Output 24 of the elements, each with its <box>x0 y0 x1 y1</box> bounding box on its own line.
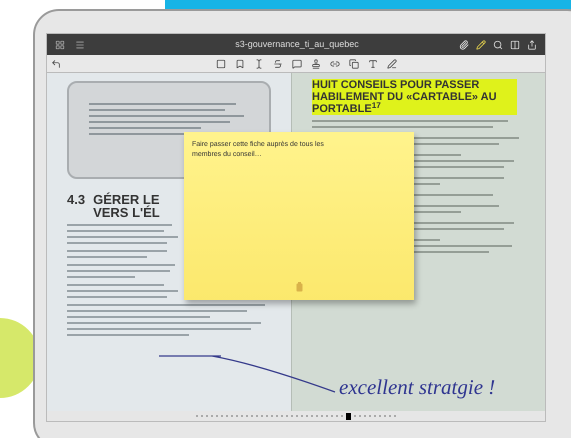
text-cursor-icon[interactable] <box>254 58 264 68</box>
search-icon[interactable] <box>493 40 503 50</box>
columns-icon[interactable] <box>510 40 520 50</box>
section-heading: VERS L'ÉL <box>93 206 160 219</box>
pencil-icon[interactable] <box>476 40 486 50</box>
undo-icon[interactable] <box>51 58 61 68</box>
section-heading: GÉRER LE <box>93 193 160 206</box>
copy-icon[interactable] <box>349 58 359 68</box>
share-icon[interactable] <box>527 40 537 50</box>
section-number: 4.3 <box>67 193 86 209</box>
link-icon[interactable] <box>330 58 340 68</box>
bookmark-icon[interactable] <box>235 58 245 68</box>
stamp-icon[interactable] <box>311 58 321 68</box>
pen-icon[interactable] <box>387 58 397 68</box>
strikethrough-icon[interactable] <box>273 58 283 68</box>
paperclip-icon[interactable] <box>459 40 469 50</box>
square-icon[interactable] <box>216 58 226 68</box>
menu-icon[interactable] <box>75 40 85 50</box>
grid-icon[interactable] <box>55 40 65 50</box>
document-title: s3-gouvernance_ti_au_quebec <box>234 38 360 51</box>
comment-icon[interactable] <box>292 58 302 68</box>
article-heading: HUIT CONSEILS POUR PASSER HABILEMENT DU «CARTABLE» AU PORTABLE$^{17}$ <box>312 79 517 115</box>
handwritten-note: excellent stratgie ! <box>339 374 496 401</box>
text-icon[interactable] <box>368 58 378 68</box>
